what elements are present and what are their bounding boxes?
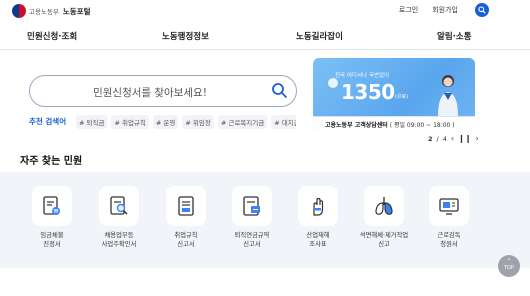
service-asbestos-removal[interactable]: 석면해체·제거작업 신고 [354,186,414,249]
service-industrial-accident[interactable]: 산업재해 조사표 [288,186,348,249]
nav-item-notice[interactable]: 알림·소통 [437,30,472,42]
keyword-tag[interactable]: # 운영 [152,115,179,129]
pause-icon[interactable]: ❙❙ [458,135,471,143]
service-label: 임금체불 진정서 [40,232,64,248]
service-employer-confirmation[interactable]: 채용업무등 사업주확인서 [89,186,149,249]
service-label: 산업재해 조사표 [306,232,330,248]
monitor-icon [429,186,469,226]
login-link[interactable]: 로그인 [399,5,418,15]
service-wage-arrears[interactable]: ₩ 임금체불 진정서 [22,186,82,249]
banner-pager: 2 / 4 ‹ ❙❙ › [428,135,479,144]
nav-item-labor-admin[interactable]: 노동행정정보 [162,30,209,42]
wage-document-icon: ₩ [32,186,72,226]
service-labor-inspection[interactable]: 근로감독 청원서 [419,186,479,249]
scroll-top-label: TOP [503,265,514,271]
petition-search-input[interactable]: 민원신청서를 찾아보세요! [29,75,297,107]
counselor-illustration-icon [438,75,458,116]
keyword-tag[interactable]: # 취업규칙 [111,115,149,129]
government-emblem-icon [12,4,26,18]
banner-number: 1350 [341,80,395,104]
prev-arrow-icon[interactable]: ‹ [451,135,454,143]
banner-kicker: 전국 어디서나 국번없이 [335,73,390,79]
keyword-tag[interactable]: # 근로복지기금 [217,115,268,129]
service-pension-agreement[interactable]: 퇴직연금규약 신고서 [222,186,282,249]
recommended-keywords-label: 추천 검색어 [29,117,67,126]
service-work-rules[interactable]: 취업규칙 신고서 [156,186,216,249]
pager-separator: / [436,135,439,143]
service-label: 석면해체·제거작업 신고 [359,232,409,248]
keyword-tag[interactable]: # 대지급금 [271,115,296,129]
global-search-button[interactable] [475,3,489,17]
keyword-tag[interactable]: # 퇴직금 [76,115,108,129]
nav-item-civil-petition[interactable]: 민원신청·조회 [27,30,77,42]
service-label: 채용업무등 사업주확인서 [101,232,137,248]
main-navigation: 민원신청·조회 노동행정정보 노동길라잡이 알림·소통 [0,26,530,50]
pager-total: 4 [442,135,447,143]
search-icon [478,6,486,14]
banner-footer: 고용노동부 고객상담센터 ( 평일 09:00 ~ 18:00 ) [313,116,475,130]
frequent-petitions-title: 자주 찾는 민원 [20,156,83,167]
accident-hand-icon [298,186,338,226]
phone-icon [328,78,338,88]
rules-document-icon [166,186,206,226]
nav-item-labor-guide[interactable]: 노동길라잡이 [296,30,343,42]
banner-center-name: 고용노동부 고객상담센터 [325,122,388,129]
pager-current: 2 [428,135,433,143]
search-placeholder: 민원신청서를 찾아보세요! [93,87,207,99]
top-bar: 고용노동부 노동포털 로그인 회원가입 [0,0,530,22]
keyword-tag[interactable]: # 위임장 [182,115,214,129]
search-icon[interactable] [271,82,288,99]
search-document-icon [99,186,139,226]
ministry-name: 고용노동부 [29,8,59,16]
pension-document-icon [232,186,272,226]
portal-name: 노동포털 [62,6,91,16]
svg-text:₩: ₩ [54,209,59,215]
scroll-top-button[interactable]: ⌃ TOP [498,255,520,277]
lungs-icon [364,186,404,226]
call-center-banner[interactable]: 전국 어디서나 국번없이 1350 (유료) 고용노동부 고객상담센터 ( 평일… [313,58,475,130]
service-label: 취업규칙 신고서 [174,232,198,248]
banner-unit: (유료) [395,94,409,100]
next-arrow-icon[interactable]: › [475,135,478,143]
recommended-keywords: # 퇴직금 # 취업규칙 # 운영 # 위임장 # 근로복지기금 # 대지급금 [76,115,296,129]
banner-hours: ( 평일 09:00 ~ 18:00 ) [389,122,455,129]
service-label: 근로감독 청원서 [437,232,461,248]
portal-logo[interactable]: 고용노동부 노동포털 [12,4,91,18]
service-label: 퇴직연금규약 신고서 [234,232,270,248]
join-link[interactable]: 회원가입 [432,5,458,15]
